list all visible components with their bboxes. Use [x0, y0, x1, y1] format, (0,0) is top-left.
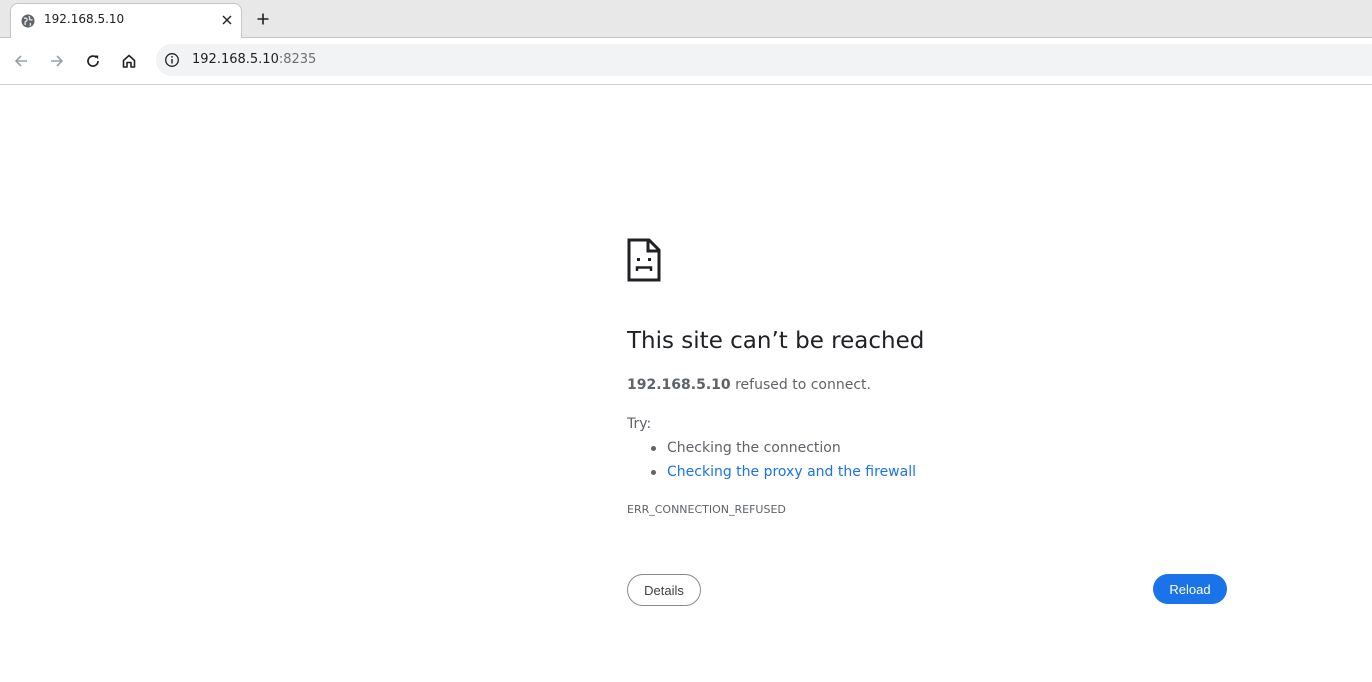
suggestion-list: Checking the connection Checking the pro…	[649, 439, 916, 487]
home-icon	[122, 54, 136, 68]
home-button[interactable]	[117, 49, 141, 73]
suggestion-check-connection: Checking the connection	[649, 439, 916, 463]
close-icon[interactable]	[219, 12, 235, 28]
back-button[interactable]	[9, 49, 33, 73]
forward-button[interactable]	[45, 49, 69, 73]
address-bar[interactable]: 192.168.5.10:8235	[156, 44, 1372, 76]
url-host: 192.168.5.10	[192, 52, 279, 67]
reload-icon	[87, 55, 99, 67]
error-heading: This site can’t be reached	[627, 328, 925, 354]
reload-toolbar-button[interactable]	[81, 49, 105, 73]
reload-button[interactable]: Reload	[1153, 574, 1227, 604]
info-icon[interactable]	[164, 52, 180, 68]
suggestion-check-proxy-firewall-link[interactable]: Checking the proxy and the firewall	[649, 463, 916, 487]
browser-tab[interactable]: 192.168.5.10	[10, 3, 242, 39]
try-label: Try:	[627, 416, 652, 432]
browser-toolbar: 192.168.5.10:8235	[0, 38, 1372, 85]
globe-icon	[21, 13, 35, 28]
arrow-right-icon	[51, 55, 64, 67]
url-text: 192.168.5.10:8235	[192, 52, 316, 67]
error-summary-text: refused to connect.	[730, 377, 871, 393]
sad-page-icon	[627, 238, 661, 282]
details-button[interactable]: Details	[627, 574, 701, 606]
error-host: 192.168.5.10	[627, 377, 731, 393]
url-port: :8235	[278, 52, 317, 67]
tab-title: 192.168.5.10	[44, 12, 125, 26]
error-summary: 192.168.5.10 refused to connect.	[627, 377, 871, 393]
plus-icon	[257, 13, 269, 25]
error-code: ERR_CONNECTION_REFUSED	[627, 503, 786, 516]
arrow-left-icon	[14, 55, 27, 67]
tab-strip: 192.168.5.10	[0, 0, 1372, 39]
new-tab-button[interactable]	[252, 8, 274, 30]
